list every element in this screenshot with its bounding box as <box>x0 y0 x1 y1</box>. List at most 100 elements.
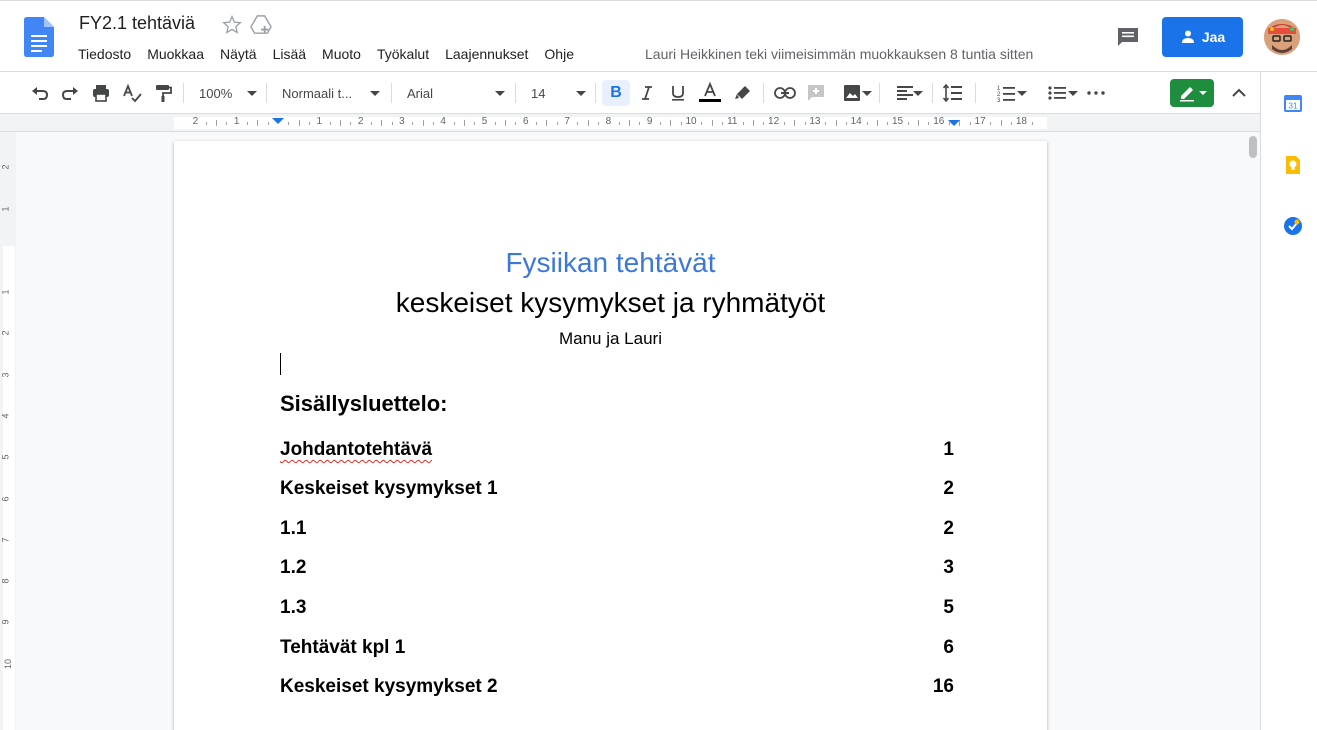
numbered-list-button[interactable]: 123 <box>985 80 1027 106</box>
ruler-tick <box>877 120 878 126</box>
toc-entry[interactable]: 1.1 2 <box>280 518 954 540</box>
menu-file[interactable]: Tiedosto <box>78 46 131 62</box>
toc-entry-label: Keskeiset kysymykset 2 <box>280 676 498 697</box>
vertical-ruler-label: 1 <box>0 289 11 295</box>
print-button[interactable] <box>89 80 113 106</box>
ruler-label: 9 <box>646 116 653 127</box>
italic-button[interactable] <box>634 80 660 106</box>
document-page[interactable]: Fysiikan tehtävät keskeiset kysymykset j… <box>174 141 1047 730</box>
toc-entry-label: 1.3 <box>280 597 307 618</box>
font-value: Arial <box>407 85 434 101</box>
toc-entry[interactable]: 1.3 5 <box>280 597 954 619</box>
toc-entry[interactable]: Tehtävät kpl 1 6 <box>280 637 954 659</box>
menu-tools[interactable]: Työkalut <box>377 46 429 62</box>
google-docs-window: FY2.1 tehtäviä Tiedosto Muokkaa Näytä Li… <box>0 0 1317 730</box>
document-authors: Manu ja Lauri <box>558 329 662 348</box>
scrollbar-thumb[interactable] <box>1249 136 1257 158</box>
italic-icon <box>642 86 652 100</box>
insert-image-button[interactable] <box>834 80 872 106</box>
underline-button[interactable] <box>665 80 691 106</box>
chevron-down-icon <box>862 91 872 96</box>
toc-entry[interactable]: Johdantotehtävä 1 <box>280 439 954 461</box>
line-spacing-button[interactable] <box>941 80 965 106</box>
pencil-icon <box>1179 87 1194 102</box>
chevron-down-icon <box>370 91 380 96</box>
spellcheck-icon <box>123 83 142 103</box>
font-size-select[interactable]: 14 <box>531 80 586 106</box>
ruler-tick <box>990 122 991 125</box>
zoom-select[interactable]: 100% <box>199 80 257 106</box>
menu-insert[interactable]: Lisää <box>273 46 306 62</box>
spellcheck-button[interactable] <box>120 80 144 106</box>
bold-button[interactable]: B <box>602 80 630 106</box>
menu-edit[interactable]: Muokkaa <box>147 46 204 62</box>
ruler-tick <box>340 120 341 126</box>
keep-icon[interactable] <box>1283 155 1303 175</box>
vertical-scrollbar[interactable] <box>1245 132 1260 730</box>
ruler-tick <box>330 122 331 125</box>
ruler-tick <box>867 122 868 125</box>
vertical-ruler-label: 3 <box>0 372 11 378</box>
docs-logo-icon[interactable] <box>24 17 54 57</box>
add-comment-button[interactable] <box>804 80 828 106</box>
more-horizontal-icon <box>1087 91 1105 95</box>
more-options-button[interactable] <box>1084 80 1108 106</box>
vertical-ruler-label: 4 <box>0 413 11 419</box>
highlight-color-button[interactable] <box>730 80 756 106</box>
tasks-icon[interactable] <box>1283 216 1303 236</box>
toc-entry-page: 6 <box>943 637 954 658</box>
menu-format[interactable]: Muoto <box>322 46 361 62</box>
star-icon[interactable] <box>222 15 242 35</box>
horizontal-ruler[interactable]: 2 1 1 2 3 4 5 6 7 8 9 10 11 12 13 14 15 16 17 18 <box>0 114 1260 132</box>
share-label: Jaa <box>1201 29 1226 45</box>
vertical-ruler-page-area <box>3 246 15 730</box>
paragraph-style-select[interactable]: Normaali t... <box>282 80 380 106</box>
insert-link-button[interactable] <box>772 80 798 106</box>
document-title[interactable]: FY2.1 tehtäviä <box>79 13 195 34</box>
paint-format-button[interactable] <box>151 80 175 106</box>
calendar-icon[interactable]: 31 <box>1283 93 1303 113</box>
toc-entry-page: 2 <box>943 518 954 539</box>
ruler-tick <box>505 120 506 126</box>
bulleted-list-button[interactable] <box>1036 80 1078 106</box>
menu-extensions[interactable]: Laajennukset <box>445 46 528 62</box>
menu-bar: Tiedosto Muokkaa Näytä Lisää Muoto Työka… <box>78 46 590 62</box>
comment-history-icon[interactable] <box>1116 26 1140 48</box>
move-to-drive-icon[interactable] <box>250 15 272 35</box>
toc-entry[interactable]: Keskeiset kysymykset 1 2 <box>280 478 954 500</box>
toc-entry-page: 2 <box>943 478 954 499</box>
text-color-button[interactable] <box>697 80 723 106</box>
side-panel: 31 <box>1260 72 1317 730</box>
vertical-ruler-label: 2 <box>0 164 11 170</box>
vertical-ruler-label: 10 <box>3 658 14 669</box>
chevron-down-icon <box>576 91 586 96</box>
ruler-label: 8 <box>605 116 612 127</box>
paint-format-icon <box>156 85 172 102</box>
right-indent-marker[interactable] <box>948 120 960 126</box>
user-avatar[interactable] <box>1264 19 1300 55</box>
ruler-tick <box>268 122 269 125</box>
align-button[interactable] <box>889 80 923 106</box>
toc-entry[interactable]: Keskeiset kysymykset 2 16 <box>280 676 954 698</box>
font-select[interactable]: Arial <box>407 80 505 106</box>
editing-mode-button[interactable] <box>1170 79 1214 107</box>
ruler-tick <box>670 120 671 126</box>
ruler-tick <box>474 122 475 125</box>
menu-help[interactable]: Ohje <box>544 46 574 62</box>
svg-text:3: 3 <box>997 98 1001 102</box>
menu-view[interactable]: Näytä <box>220 46 257 62</box>
ruler-tick <box>846 122 847 125</box>
chevron-up-icon[interactable] <box>1229 83 1249 103</box>
ruler-tick <box>825 122 826 125</box>
last-edit-link[interactable]: Lauri Heikkinen teki viimeisimmän muokka… <box>645 46 1033 62</box>
toc-entry[interactable]: 1.2 3 <box>280 557 954 579</box>
redo-button[interactable] <box>58 80 82 106</box>
share-button[interactable]: Jaa <box>1162 17 1243 57</box>
toc-entry-page: 1 <box>943 439 954 460</box>
ruler-label: 11 <box>727 116 738 127</box>
left-indent-marker[interactable] <box>272 118 284 124</box>
ruler-tick <box>743 122 744 125</box>
undo-button[interactable] <box>28 80 52 106</box>
toc-heading: Sisällysluettelo: <box>280 391 448 416</box>
numbered-list-icon: 123 <box>997 86 1015 102</box>
